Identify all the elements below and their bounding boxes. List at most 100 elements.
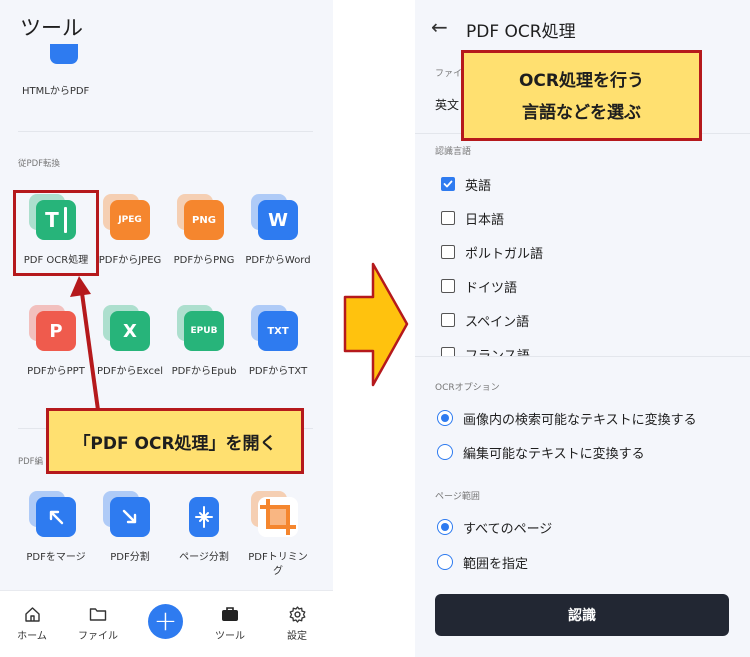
callout-open-ocr: 「PDF OCR処理」を開く	[46, 408, 304, 474]
folder-icon	[68, 605, 128, 623]
merge-icon	[29, 491, 76, 537]
language-label: スペイン語	[465, 314, 530, 330]
tool-page-split[interactable]: ページ分割	[164, 497, 244, 565]
word-icon: W	[251, 194, 298, 240]
language-option-english[interactable]: 英語	[441, 173, 491, 195]
ocr-option-section-label: OCRオプション	[435, 383, 500, 393]
excel-icon: X	[103, 305, 150, 351]
radio[interactable]	[437, 444, 453, 460]
language-option-portuguese[interactable]: ポルトガル語	[441, 241, 543, 263]
checkbox[interactable]	[441, 313, 455, 327]
page-title: ツール	[20, 16, 83, 40]
option-label: 画像内の検索可能なテキストに変換する	[463, 412, 697, 428]
radio-selected[interactable]	[437, 519, 453, 535]
tool-pdf-to-word[interactable]: W PDFからWord	[238, 194, 318, 268]
language-option-spanish[interactable]: スペイン語	[441, 309, 529, 331]
radio-selected[interactable]	[437, 410, 453, 426]
callout-choose-language: OCR処理を行う 言語などを選ぶ	[461, 50, 702, 141]
screenshot-stage: ツール HTMLからPDF 従PDF転換 T PDF OCR処理 JPEG PD…	[0, 0, 750, 657]
section-edit-label: PDF編	[18, 457, 44, 467]
tool-pdf-to-jpeg[interactable]: JPEG PDFからJPEG	[90, 194, 170, 268]
html-to-pdf-icon[interactable]	[50, 44, 78, 64]
divider	[18, 131, 313, 132]
option-label: 編集可能なテキストに変換する	[463, 446, 645, 462]
split-icon	[103, 491, 150, 537]
add-button[interactable]: +	[148, 604, 183, 639]
file-name: 英文	[435, 98, 460, 112]
page-split-icon	[184, 497, 224, 537]
tool-pdf-to-epub[interactable]: EPUB PDFからEpub	[164, 305, 244, 379]
highlight-box	[13, 190, 99, 276]
gear-icon	[267, 605, 327, 623]
language-label: 英語	[465, 178, 492, 194]
tool-pdf-to-txt[interactable]: TXT PDFからTXT	[238, 305, 318, 379]
tool-label: PDFからEpub	[171, 366, 237, 377]
ocr-option-editable[interactable]: 編集可能なテキストに変換する	[437, 441, 645, 463]
language-label: 日本語	[465, 212, 505, 228]
epub-icon: EPUB	[177, 305, 224, 351]
ppt-icon: P	[29, 305, 76, 351]
tool-label: PDF分割	[110, 552, 150, 563]
page-option-range[interactable]: 範囲を指定	[437, 551, 528, 573]
language-option-french[interactable]: フランス語	[441, 343, 530, 356]
radio[interactable]	[437, 554, 453, 570]
nav-settings-label: 設定	[287, 631, 307, 642]
tool-pdf-to-excel[interactable]: X PDFからExcel	[90, 305, 170, 379]
language-label: ドイツ語	[465, 280, 518, 296]
nav-tools-label: ツール	[215, 631, 245, 642]
file-section-label: ファイ	[435, 69, 463, 79]
nav-home-label: ホーム	[17, 631, 47, 642]
tool-pdf-to-ppt[interactable]: P PDFからPPT	[16, 305, 96, 379]
checkbox[interactable]	[441, 347, 455, 356]
app-bar: ← PDF OCR処理	[415, 0, 750, 56]
tool-label: ページ分割	[179, 552, 229, 563]
png-icon: PNG	[177, 194, 224, 240]
checkbox[interactable]	[441, 279, 455, 293]
language-list[interactable]: 英語 日本語 ポルトガル語 ドイツ語 スペイン語 フランス語	[415, 166, 750, 356]
page-range-section-label: ページ範囲	[435, 492, 480, 502]
tool-pdf-crop[interactable]: PDFトリミング	[238, 491, 318, 579]
language-option-japanese[interactable]: 日本語	[441, 207, 504, 229]
txt-icon: TXT	[251, 305, 298, 351]
page-option-all[interactable]: すべてのページ	[437, 516, 552, 538]
nav-tools[interactable]: ツール	[200, 605, 260, 642]
nav-files[interactable]: ファイル	[68, 605, 128, 642]
back-arrow-icon[interactable]: ←	[431, 15, 448, 39]
page-title: PDF OCR処理	[466, 22, 576, 42]
recognize-button[interactable]: 認識	[435, 594, 729, 636]
crop-icon	[251, 491, 298, 537]
tool-label: PDFからWord	[245, 255, 311, 266]
nav-home[interactable]: ホーム	[2, 605, 62, 642]
tool-label: PDFトリミング	[248, 552, 308, 577]
language-label: ポルトガル語	[465, 246, 544, 262]
nav-files-label: ファイル	[78, 631, 118, 642]
tool-label: PDFからExcel	[97, 366, 163, 377]
option-label: すべてのページ	[463, 521, 553, 537]
tool-label: PDFからTXT	[248, 366, 308, 377]
ocr-option-searchable[interactable]: 画像内の検索可能なテキストに変換する	[437, 407, 697, 429]
tool-label: PDFからPPT	[27, 366, 85, 377]
nav-settings[interactable]: 設定	[267, 605, 327, 642]
language-option-german[interactable]: ドイツ語	[441, 275, 517, 297]
tool-pdf-split[interactable]: PDF分割	[90, 491, 170, 565]
tool-label: PDFをマージ	[26, 552, 86, 563]
checkbox[interactable]	[441, 245, 455, 259]
tool-label: PDFからJPEG	[98, 255, 162, 266]
language-label: フランス語	[465, 348, 530, 357]
language-section-label: 認識言語	[435, 147, 472, 157]
callout-line-2: 言語などを選ぶ	[522, 103, 641, 123]
checkbox[interactable]	[441, 211, 455, 225]
section-convert-label: 従PDF転換	[18, 159, 61, 169]
jpeg-icon: JPEG	[103, 194, 150, 240]
checkbox-checked[interactable]	[441, 177, 455, 191]
html-to-pdf-label[interactable]: HTMLからPDF	[22, 82, 89, 97]
tool-pdf-to-png[interactable]: PNG PDFからPNG	[164, 194, 244, 268]
tool-label: PDFからPNG	[173, 255, 235, 266]
next-step-arrow-icon	[343, 262, 409, 387]
toolbox-icon	[200, 605, 260, 623]
option-label: 範囲を指定	[463, 556, 529, 572]
divider	[415, 356, 750, 357]
callout-line-1: OCR処理を行う	[518, 71, 645, 91]
tool-pdf-merge[interactable]: PDFをマージ	[16, 491, 96, 565]
tools-screen: ツール HTMLからPDF 従PDF転換 T PDF OCR処理 JPEG PD…	[0, 0, 333, 657]
